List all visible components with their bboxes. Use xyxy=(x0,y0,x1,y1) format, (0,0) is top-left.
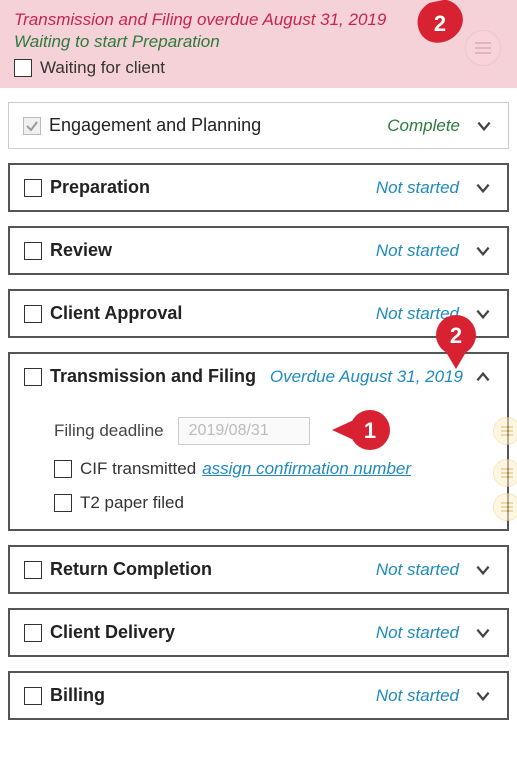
section-header-review[interactable]: Review Not started xyxy=(10,228,507,273)
section-client-approval: Client Approval Not started 2 xyxy=(8,289,509,338)
section-header-billing[interactable]: Billing Not started xyxy=(10,673,507,718)
chevron-down-icon[interactable] xyxy=(473,623,493,643)
billing-status: Not started xyxy=(376,686,459,706)
transmission-status: Overdue August 31, 2019 xyxy=(270,367,463,387)
section-header-engagement[interactable]: Engagement and Planning Complete xyxy=(9,103,508,148)
chevron-down-icon[interactable] xyxy=(473,304,493,324)
billing-checkbox[interactable] xyxy=(24,687,42,705)
section-client-delivery: Client Delivery Not started xyxy=(8,608,509,657)
memo-icon[interactable] xyxy=(493,459,517,487)
client-delivery-checkbox[interactable] xyxy=(24,624,42,642)
assign-confirmation-link[interactable]: assign confirmation number xyxy=(202,459,411,479)
engagement-title: Engagement and Planning xyxy=(49,115,261,136)
filing-deadline-row: Filing deadline 1 xyxy=(54,417,487,445)
section-header-client-delivery[interactable]: Client Delivery Not started xyxy=(10,610,507,655)
waiting-for-client-row[interactable]: Waiting for client xyxy=(14,58,503,78)
engagement-status: Complete xyxy=(387,116,460,136)
chevron-down-icon[interactable] xyxy=(473,241,493,261)
section-billing: Billing Not started xyxy=(8,671,509,720)
memo-icon[interactable] xyxy=(465,30,501,66)
client-approval-title: Client Approval xyxy=(50,303,182,324)
preparation-checkbox[interactable] xyxy=(24,179,42,197)
waiting-for-client-checkbox[interactable] xyxy=(14,59,32,77)
chevron-up-icon[interactable] xyxy=(473,367,493,387)
chevron-down-icon[interactable] xyxy=(473,178,493,198)
section-engagement: Engagement and Planning Complete xyxy=(8,102,509,149)
memo-icon[interactable] xyxy=(493,417,517,445)
client-approval-status: Not started xyxy=(376,304,459,324)
section-header-client-approval[interactable]: Client Approval Not started xyxy=(10,291,507,336)
chevron-down-icon[interactable] xyxy=(473,560,493,580)
alert-overdue-text: Transmission and Filing overdue August 3… xyxy=(14,10,503,30)
section-review: Review Not started xyxy=(8,226,509,275)
alert-waiting-text: Waiting to start Preparation xyxy=(14,32,503,52)
chevron-down-icon[interactable] xyxy=(474,116,494,136)
section-header-preparation[interactable]: Preparation Not started xyxy=(10,165,507,210)
section-return-completion: Return Completion Not started xyxy=(8,545,509,594)
filing-deadline-label: Filing deadline xyxy=(54,421,164,441)
memo-icon[interactable] xyxy=(493,493,517,521)
transmission-body: Filing deadline 1 CIF transmitted assign… xyxy=(10,399,507,529)
section-header-transmission[interactable]: Transmission and Filing Overdue August 3… xyxy=(10,354,507,399)
engagement-checkbox[interactable] xyxy=(23,117,41,135)
transmission-checkbox[interactable] xyxy=(24,368,42,386)
preparation-status: Not started xyxy=(376,178,459,198)
review-title: Review xyxy=(50,240,112,261)
section-preparation: Preparation Not started xyxy=(8,163,509,212)
return-completion-checkbox[interactable] xyxy=(24,561,42,579)
chevron-down-icon[interactable] xyxy=(473,686,493,706)
client-delivery-status: Not started xyxy=(376,623,459,643)
t2-paper-filed-checkbox[interactable] xyxy=(54,494,72,512)
callout-1: 1 xyxy=(330,407,394,453)
review-status: Not started xyxy=(376,241,459,261)
cif-transmitted-label: CIF transmitted xyxy=(80,459,196,479)
waiting-for-client-label: Waiting for client xyxy=(40,58,165,78)
client-approval-checkbox[interactable] xyxy=(24,305,42,323)
cif-transmitted-checkbox[interactable] xyxy=(54,460,72,478)
section-transmission: Transmission and Filing Overdue August 3… xyxy=(8,352,509,531)
t2-paper-filed-label: T2 paper filed xyxy=(80,493,184,513)
billing-title: Billing xyxy=(50,685,105,706)
preparation-title: Preparation xyxy=(50,177,150,198)
client-delivery-title: Client Delivery xyxy=(50,622,175,643)
svg-text:1: 1 xyxy=(364,418,376,443)
section-header-return-completion[interactable]: Return Completion Not started xyxy=(10,547,507,592)
filing-deadline-input[interactable] xyxy=(178,417,310,445)
cif-transmitted-row: CIF transmitted assign confirmation numb… xyxy=(54,459,487,479)
transmission-title: Transmission and Filing xyxy=(50,366,256,387)
review-checkbox[interactable] xyxy=(24,242,42,260)
alert-banner: Transmission and Filing overdue August 3… xyxy=(0,0,517,88)
return-completion-title: Return Completion xyxy=(50,559,212,580)
t2-paper-filed-row: T2 paper filed xyxy=(54,493,487,513)
return-completion-status: Not started xyxy=(376,560,459,580)
